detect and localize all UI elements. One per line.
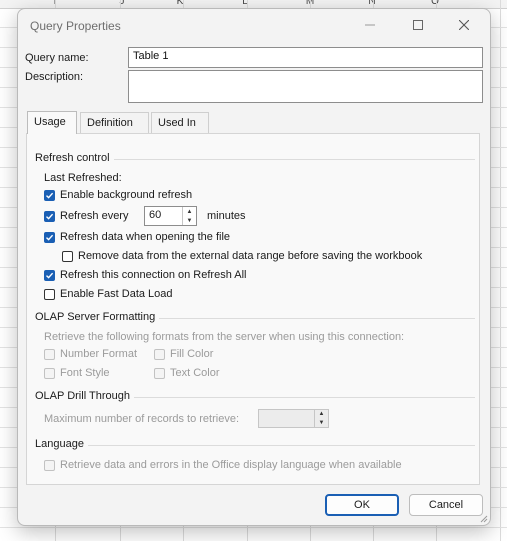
ok-button[interactable]: OK — [325, 494, 399, 516]
office-language-checkbox — [44, 459, 55, 471]
font-style-option: Font Style — [44, 366, 110, 380]
checkmark-icon — [46, 213, 54, 220]
olap-formatting-heading: OLAP Server Formatting — [35, 311, 160, 323]
refresh-on-open-checkbox[interactable] — [44, 231, 55, 243]
query-properties-dialog: Query Properties Query name: Table 1 Des… — [17, 8, 491, 526]
tab-usage-label: Usage — [34, 116, 66, 128]
fast-data-load-option[interactable]: Enable Fast Data Load — [44, 287, 173, 301]
close-icon — [459, 20, 469, 30]
refresh-all-checkbox[interactable] — [44, 269, 55, 281]
checkmark-icon — [46, 234, 54, 241]
minutes-label: minutes — [207, 210, 246, 222]
spinner-arrows: ▲ ▼ — [314, 410, 328, 427]
number-format-option: Number Format — [44, 347, 137, 361]
olap-drill-heading: OLAP Drill Through — [35, 390, 134, 402]
tab-used-in-label: Used In — [158, 117, 196, 129]
description-input[interactable] — [128, 70, 483, 103]
refresh-all-label: Refresh this connection on Refresh All — [60, 269, 247, 281]
tab-usage[interactable]: Usage — [27, 111, 77, 134]
minimize-button[interactable] — [348, 13, 392, 37]
max-records-label: Maximum number of records to retrieve: — [44, 413, 240, 425]
title-bar[interactable]: Query Properties — [18, 9, 490, 41]
olap-formatting-description: Retrieve the following formats from the … — [44, 331, 405, 343]
grid-line — [500, 0, 501, 541]
remove-data-checkbox[interactable] — [62, 250, 73, 262]
language-heading: Language — [35, 438, 88, 450]
refresh-control-section: Refresh control — [35, 152, 475, 166]
section-divider — [35, 445, 475, 446]
language-section: Language — [35, 438, 475, 452]
column-header-k[interactable]: K — [150, 0, 210, 7]
number-format-label: Number Format — [60, 348, 138, 360]
max-records-spinner: ▲ ▼ — [258, 409, 329, 428]
font-style-label: Font Style — [60, 367, 110, 379]
refresh-every-label: Refresh every — [60, 210, 129, 222]
fast-data-load-label: Enable Fast Data Load — [60, 288, 173, 300]
spin-down-icon[interactable]: ▼ — [183, 216, 196, 225]
text-color-checkbox — [154, 367, 165, 379]
fill-color-label: Fill Color — [170, 348, 214, 360]
ok-button-label: OK — [354, 499, 370, 511]
fill-color-option: Fill Color — [154, 347, 213, 361]
refresh-every-checkbox[interactable] — [44, 210, 55, 222]
remove-data-option[interactable]: Remove data from the external data range… — [62, 249, 422, 263]
refresh-control-heading: Refresh control — [35, 152, 114, 164]
close-button[interactable] — [442, 13, 486, 37]
spinner-arrows: ▲ ▼ — [182, 207, 196, 225]
cancel-button-label: Cancel — [428, 499, 464, 511]
font-style-checkbox — [44, 367, 55, 379]
column-header-o[interactable]: O — [405, 0, 465, 7]
text-color-option: Text Color — [154, 366, 220, 380]
fast-data-load-checkbox[interactable] — [44, 288, 55, 300]
column-header-l[interactable]: L — [215, 0, 275, 7]
enable-background-refresh-option[interactable]: Enable background refresh — [44, 188, 192, 202]
olap-drill-section: OLAP Drill Through — [35, 390, 475, 404]
spin-up-icon[interactable]: ▲ — [183, 207, 196, 216]
checkmark-icon — [46, 272, 54, 279]
last-refreshed-label: Last Refreshed: — [44, 172, 122, 184]
tab-definition-label: Definition — [87, 117, 133, 129]
enable-background-refresh-label: Enable background refresh — [60, 189, 193, 201]
fill-color-checkbox — [154, 348, 165, 360]
usage-panel: Refresh control Last Refreshed: Enable b… — [26, 133, 480, 485]
cancel-button[interactable]: Cancel — [409, 494, 483, 516]
refresh-every-option[interactable]: Refresh every — [44, 209, 128, 223]
refresh-on-open-label: Refresh data when opening the file — [60, 231, 231, 243]
text-color-label: Text Color — [170, 367, 220, 379]
office-language-label: Retrieve data and errors in the Office d… — [60, 459, 402, 471]
spin-up-icon: ▲ — [318, 411, 325, 418]
enable-background-refresh-checkbox[interactable] — [44, 189, 55, 201]
tab-definition[interactable]: Definition — [80, 112, 149, 133]
minimize-icon — [365, 24, 375, 26]
remove-data-label: Remove data from the external data range… — [78, 250, 423, 262]
resize-grip-icon[interactable] — [480, 515, 488, 523]
grid-line — [0, 527, 507, 528]
number-format-checkbox — [44, 348, 55, 360]
checkmark-icon — [46, 192, 54, 199]
maximize-icon — [413, 20, 423, 30]
office-language-option: Retrieve data and errors in the Office d… — [44, 458, 402, 472]
tab-used-in[interactable]: Used In — [151, 112, 209, 133]
refresh-all-option[interactable]: Refresh this connection on Refresh All — [44, 268, 247, 282]
column-header-n[interactable]: N — [342, 0, 402, 7]
refresh-interval-value: 60 — [149, 209, 162, 221]
query-name-input[interactable]: Table 1 — [128, 47, 483, 68]
refresh-interval-spinner[interactable]: 60 ▲ ▼ — [144, 206, 197, 226]
spin-down-icon: ▼ — [318, 419, 325, 426]
refresh-on-open-option[interactable]: Refresh data when opening the file — [44, 230, 230, 244]
olap-formatting-section: OLAP Server Formatting — [35, 311, 475, 325]
column-header-j[interactable]: J — [92, 0, 152, 7]
dialog-title: Query Properties — [30, 19, 121, 33]
maximize-button[interactable] — [396, 13, 440, 37]
description-label: Description: — [25, 71, 84, 83]
query-name-label: Query name: — [25, 52, 89, 64]
